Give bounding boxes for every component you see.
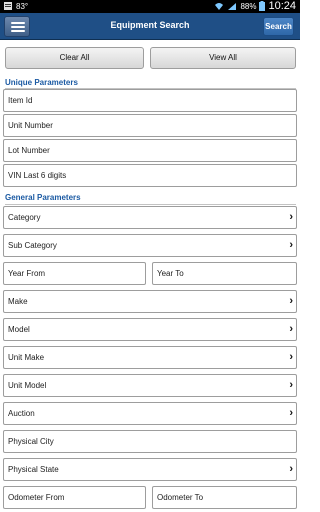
general-parameters-heading: General Parameters (5, 193, 81, 202)
odometer-to-field[interactable]: Odometer To (152, 486, 297, 509)
unit-make-select[interactable]: Unit Make › (3, 346, 297, 369)
physical-state-label: Physical State (8, 465, 59, 474)
year-from-field[interactable]: Year From (3, 262, 146, 285)
sub-category-select[interactable]: Sub Category › (3, 234, 297, 257)
vin-last-6-field[interactable]: VIN Last 6 digits (3, 164, 297, 187)
model-label: Model (8, 325, 30, 334)
year-to-field[interactable]: Year To (152, 262, 297, 285)
status-bar: 83° 88% 10:24 (0, 0, 300, 13)
unit-number-field[interactable]: Unit Number (3, 114, 297, 137)
app-header: Equipment Search Search (0, 13, 300, 40)
notification-icon (4, 2, 12, 10)
action-buttons: Clear All View All (5, 47, 296, 69)
auction-select[interactable]: Auction › (3, 402, 297, 425)
chevron-right-icon: › (289, 379, 293, 391)
auction-label: Auction (8, 409, 35, 418)
view-all-button[interactable]: View All (150, 47, 296, 69)
unique-parameters-heading: Unique Parameters (5, 78, 78, 87)
make-select[interactable]: Make › (3, 290, 297, 313)
chevron-right-icon: › (289, 407, 293, 419)
chevron-right-icon: › (289, 211, 293, 223)
signal-icon (228, 2, 237, 10)
unit-model-label: Unit Model (8, 381, 47, 390)
temperature-text: 83° (16, 1, 29, 11)
unit-make-label: Unit Make (8, 353, 45, 362)
wifi-icon (215, 2, 224, 10)
make-label: Make (8, 297, 28, 306)
category-label: Category (8, 213, 41, 222)
search-button[interactable]: Search (263, 17, 294, 36)
clock: 10:24 (268, 0, 296, 12)
physical-state-select[interactable]: Physical State › (3, 458, 297, 481)
chevron-right-icon: › (289, 295, 293, 307)
unit-model-select[interactable]: Unit Model › (3, 374, 297, 397)
chevron-right-icon: › (289, 239, 293, 251)
battery-icon (259, 1, 266, 11)
item-id-field[interactable]: Item Id (3, 89, 297, 112)
page-title: Equipment Search (110, 20, 190, 30)
clear-all-button[interactable]: Clear All (5, 47, 144, 69)
lot-number-field[interactable]: Lot Number (3, 139, 297, 162)
divider (5, 204, 296, 205)
battery-percent: 88% (240, 1, 257, 11)
category-select[interactable]: Category › (3, 206, 297, 229)
physical-city-field[interactable]: Physical City (3, 430, 297, 453)
sub-category-label: Sub Category (8, 241, 57, 250)
chevron-right-icon: › (289, 323, 293, 335)
odometer-from-field[interactable]: Odometer From (3, 486, 146, 509)
chevron-right-icon: › (289, 351, 293, 363)
chevron-right-icon: › (289, 463, 293, 475)
model-select[interactable]: Model › (3, 318, 297, 341)
